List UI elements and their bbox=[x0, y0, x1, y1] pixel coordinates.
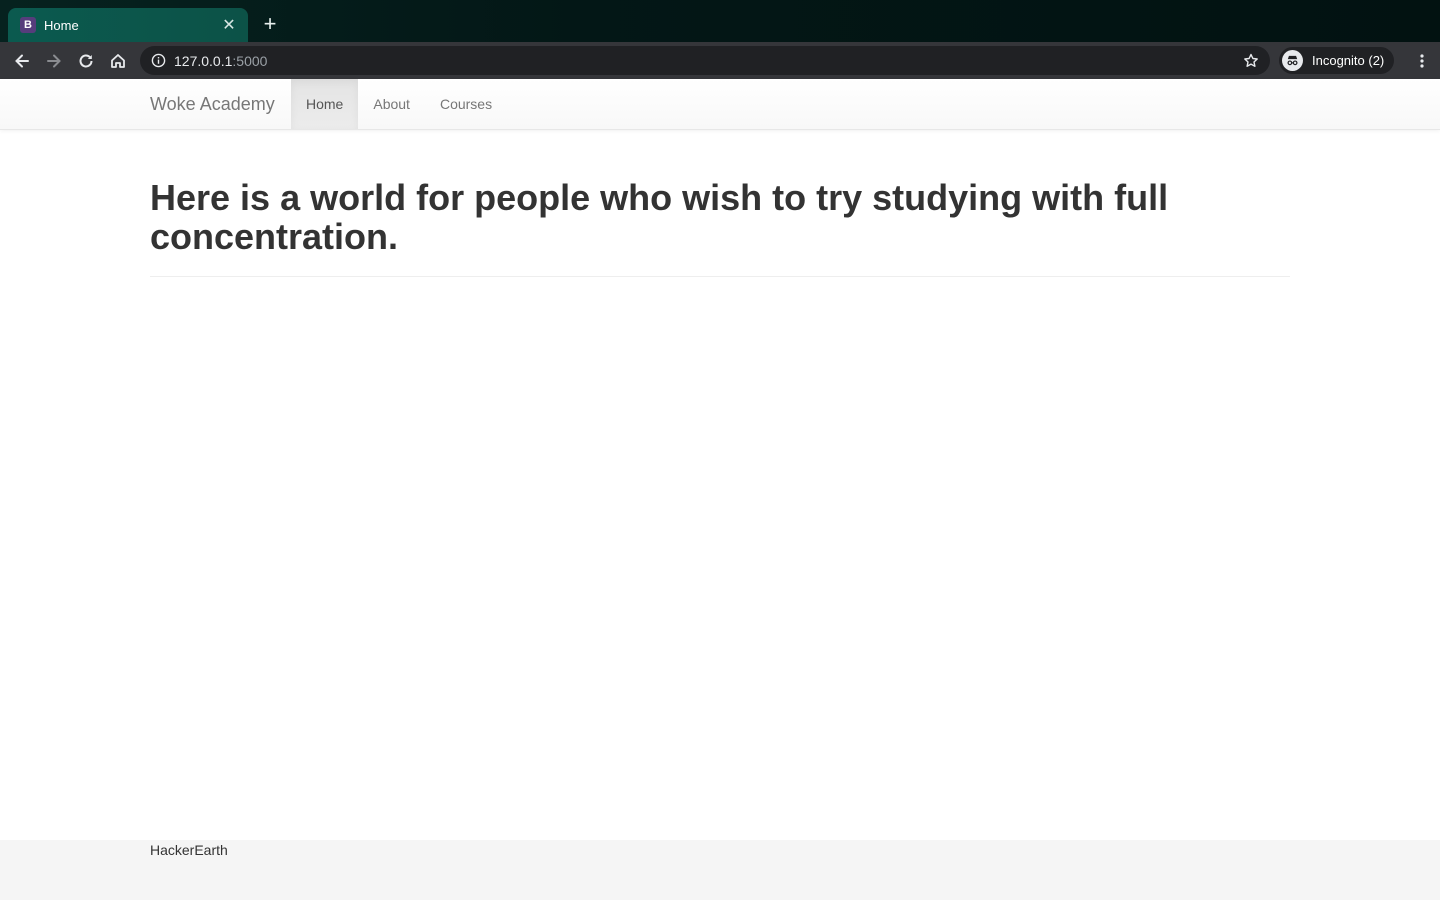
navbar-brand[interactable]: Woke Academy bbox=[150, 79, 275, 129]
tab-title: Home bbox=[44, 17, 79, 33]
browser-toolbar: 127.0.0.1:5000 Incognito (2) bbox=[0, 42, 1440, 79]
page-header: Here is a world for people who wish to t… bbox=[150, 178, 1290, 277]
bookmark-star-icon[interactable] bbox=[1242, 52, 1260, 70]
incognito-label: Incognito (2) bbox=[1312, 53, 1385, 68]
nav-links: Home About Courses bbox=[291, 79, 507, 129]
browser-tab-home[interactable]: B Home ✕ bbox=[8, 8, 248, 42]
site-navbar: Woke Academy Home About Courses bbox=[0, 79, 1440, 130]
page-headline: Here is a world for people who wish to t… bbox=[150, 177, 1169, 257]
incognito-icon bbox=[1282, 50, 1303, 71]
footer-text: HackerEarth bbox=[150, 842, 228, 858]
nav-link-about[interactable]: About bbox=[358, 79, 425, 129]
info-icon[interactable] bbox=[150, 53, 166, 69]
close-tab-icon[interactable]: ✕ bbox=[220, 16, 238, 34]
back-arrow-icon[interactable] bbox=[6, 45, 38, 77]
kebab-menu-icon[interactable] bbox=[1406, 45, 1438, 77]
address-bar[interactable]: 127.0.0.1:5000 bbox=[140, 46, 1270, 75]
home-icon[interactable] bbox=[102, 45, 134, 77]
bootstrap-favicon-icon: B bbox=[20, 17, 36, 33]
nav-link-home[interactable]: Home bbox=[291, 79, 359, 129]
url-port: :5000 bbox=[232, 52, 268, 69]
forward-arrow-icon[interactable] bbox=[38, 45, 70, 77]
browser-tabstrip: B Home ✕ + bbox=[0, 0, 1440, 42]
url-host: 127.0.0.1 bbox=[174, 52, 233, 69]
site-footer: HackerEarth bbox=[0, 840, 1440, 900]
incognito-profile-button[interactable]: Incognito (2) bbox=[1279, 47, 1395, 74]
nav-link-courses[interactable]: Courses bbox=[425, 79, 507, 129]
new-tab-plus-icon[interactable]: + bbox=[258, 13, 282, 37]
reload-icon[interactable] bbox=[70, 45, 102, 77]
